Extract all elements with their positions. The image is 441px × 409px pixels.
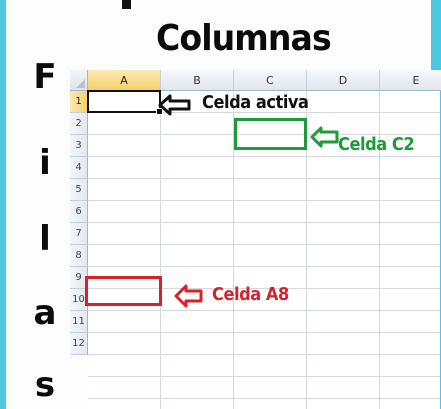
row-header-3[interactable]: 3 xyxy=(70,135,88,157)
arrow-left-icon xyxy=(174,284,203,308)
column-header-c[interactable]: C xyxy=(234,70,307,91)
highlight-cell-c2 xyxy=(234,118,307,150)
page-title: Columnas xyxy=(156,18,332,59)
row-header-2[interactable]: 2 xyxy=(70,113,88,135)
side-label-letter: i xyxy=(39,143,51,183)
slide: Columnas F i l a s A B C D E 1 2 3 4 5 6… xyxy=(0,0,441,409)
arrow-left-icon xyxy=(310,126,339,148)
annotation-active-cell: Celda activa xyxy=(202,92,309,113)
row-header-12[interactable]: 12 xyxy=(70,333,88,355)
side-label-letter: F xyxy=(33,57,57,97)
highlight-cell-a8 xyxy=(85,276,162,306)
column-header-a[interactable]: A xyxy=(88,70,161,91)
row-header-6[interactable]: 6 xyxy=(70,201,88,223)
side-label-letter: s xyxy=(34,365,56,405)
annotation-cell-a8: Celda A8 xyxy=(212,284,289,305)
side-label-letter: a xyxy=(33,293,57,333)
row-header-7[interactable]: 7 xyxy=(70,223,88,245)
row-header-4[interactable]: 4 xyxy=(70,157,88,179)
row-header-11[interactable]: 11 xyxy=(70,311,88,333)
column-header-d[interactable]: D xyxy=(307,70,380,91)
select-all-corner[interactable] xyxy=(70,70,88,91)
arrow-left-icon xyxy=(158,94,191,116)
row-header-5[interactable]: 5 xyxy=(70,179,88,201)
row-header-1[interactable]: 1 xyxy=(70,91,88,113)
column-header-e[interactable]: E xyxy=(380,70,441,91)
column-header-b[interactable]: B xyxy=(161,70,234,91)
annotation-cell-c2: Celda C2 xyxy=(338,134,415,155)
spreadsheet[interactable]: A B C D E 1 2 3 4 5 6 7 8 9 10 11 12 xyxy=(70,70,441,409)
row-header-8[interactable]: 8 xyxy=(70,245,88,267)
side-label-letter: l xyxy=(39,219,51,259)
active-cell-a1[interactable] xyxy=(87,90,163,115)
decorative-mark xyxy=(122,0,131,9)
